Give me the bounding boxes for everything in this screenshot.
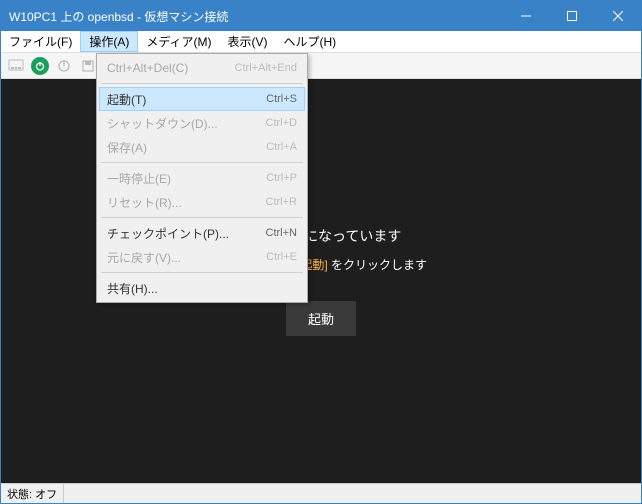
menu-item-share[interactable]: 共有(H)...	[99, 276, 305, 300]
menu-separator	[101, 83, 303, 84]
power-icon[interactable]	[31, 57, 49, 75]
menu-separator	[101, 217, 303, 218]
menu-help[interactable]: ヘルプ(H)	[275, 31, 344, 52]
menu-item-start[interactable]: 起動(T) Ctrl+S	[99, 87, 305, 111]
menu-action[interactable]: 操作(A)	[80, 31, 138, 52]
start-button[interactable]: 起動	[286, 301, 356, 336]
menu-view[interactable]: 表示(V)	[219, 31, 275, 52]
action-menu-dropdown: Ctrl+Alt+Del(C) Ctrl+Alt+End 起動(T) Ctrl+…	[96, 53, 308, 303]
menu-item-ctrlaltdel: Ctrl+Alt+Del(C) Ctrl+Alt+End	[99, 56, 305, 80]
statusbar: 状態: オフ	[1, 483, 641, 503]
menu-file[interactable]: ファイル(F)	[1, 31, 80, 52]
menu-item-shutdown: シャットダウン(D)... Ctrl+D	[99, 111, 305, 135]
close-button[interactable]	[595, 1, 641, 31]
menu-item-reset: リセット(R)... Ctrl+R	[99, 190, 305, 214]
window-controls	[503, 1, 641, 31]
minimize-button[interactable]	[503, 1, 549, 31]
menu-separator	[101, 272, 303, 273]
ctrl-alt-del-icon[interactable]	[7, 57, 25, 75]
maximize-button[interactable]	[549, 1, 595, 31]
menu-item-pause: 一時停止(E) Ctrl+P	[99, 166, 305, 190]
menu-media[interactable]: メディア(M)	[138, 31, 219, 52]
shutdown-icon[interactable]	[55, 57, 73, 75]
status-state: 状態: オフ	[7, 484, 64, 503]
window-title: W10PC1 上の openbsd - 仮想マシン接続	[9, 8, 503, 25]
menubar: ファイル(F) 操作(A) メディア(M) 表示(V) ヘルプ(H)	[1, 31, 641, 53]
menu-item-revert: 元に戻す(V)... Ctrl+E	[99, 245, 305, 269]
menu-item-checkpoint[interactable]: チェックポイント(P)... Ctrl+N	[99, 221, 305, 245]
titlebar: W10PC1 上の openbsd - 仮想マシン接続	[1, 1, 641, 31]
menu-separator	[101, 162, 303, 163]
menu-item-save: 保存(A) Ctrl+A	[99, 135, 305, 159]
save-icon[interactable]	[79, 57, 97, 75]
